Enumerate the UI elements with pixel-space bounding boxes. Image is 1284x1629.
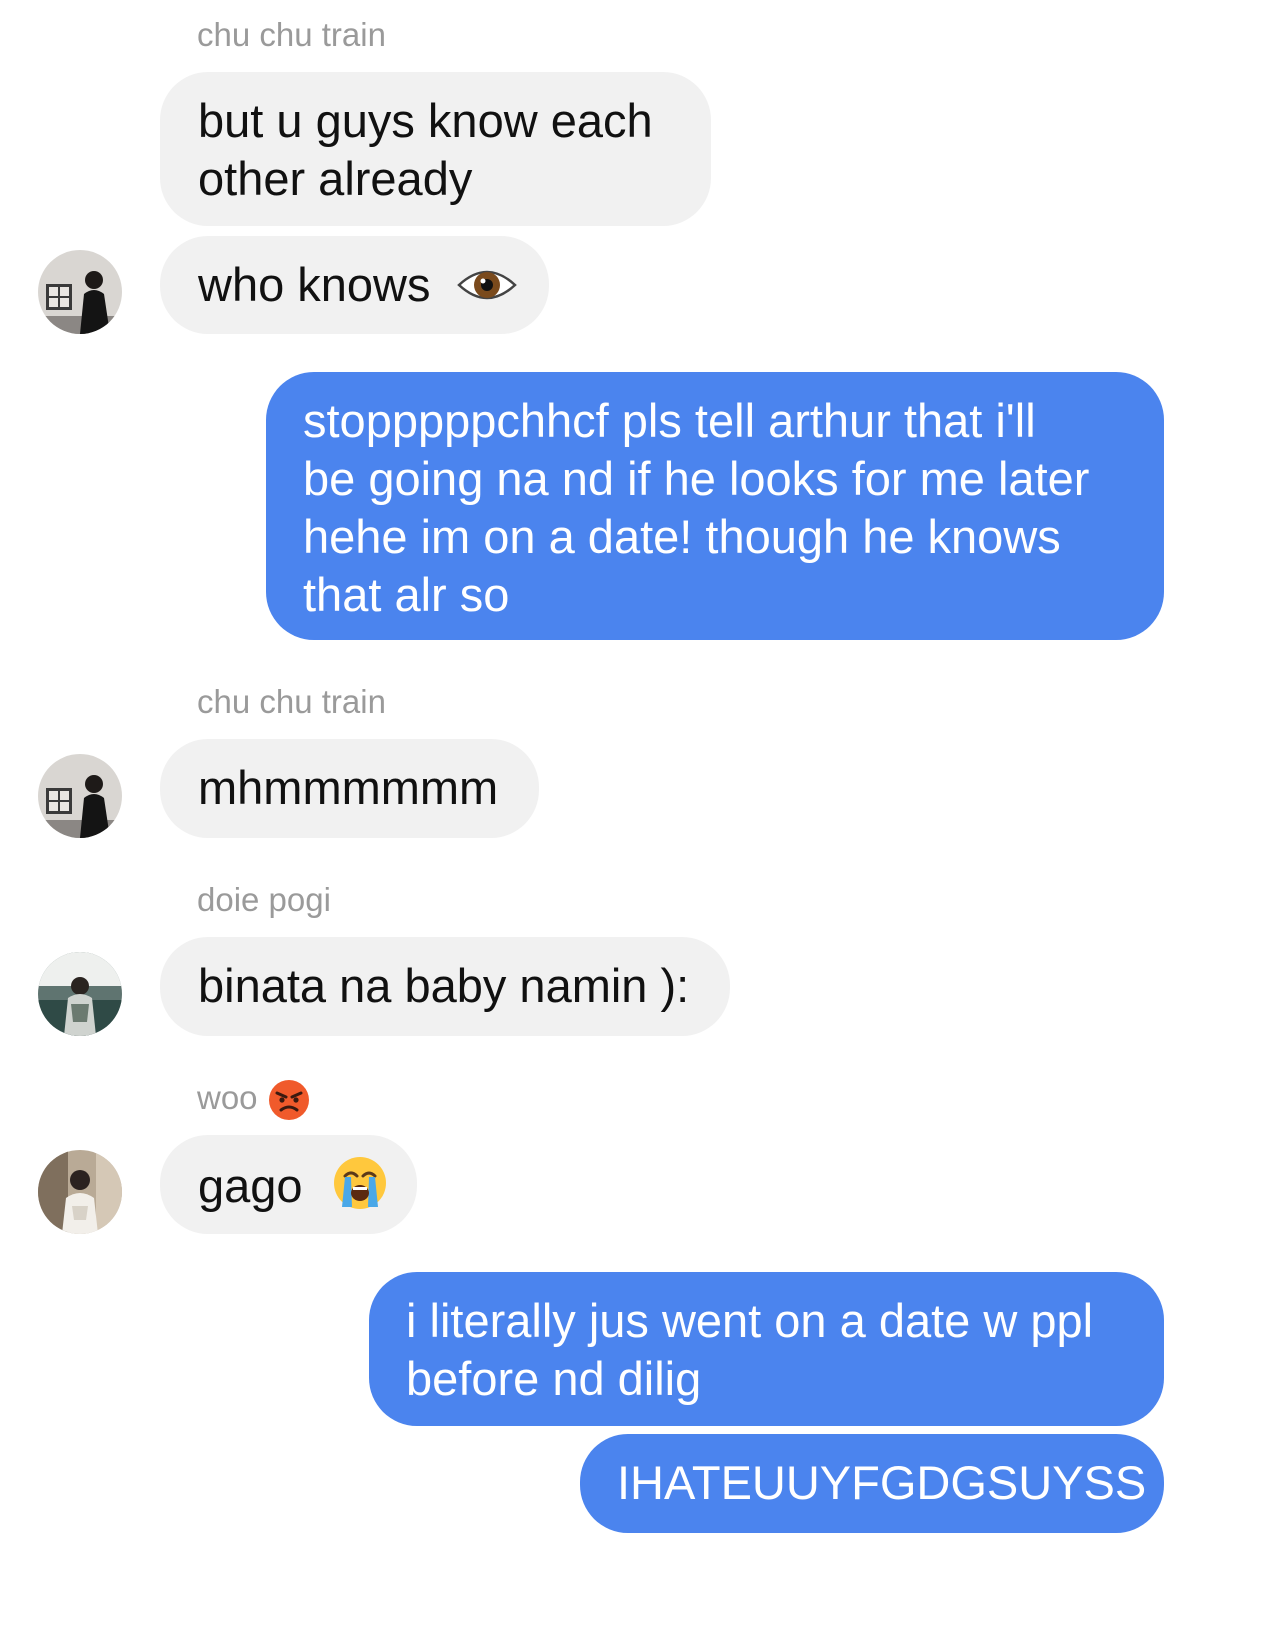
avatar[interactable] — [38, 952, 122, 1036]
outgoing-message-bubble[interactable]: i literally jus went on a date w ppl bef… — [369, 1272, 1164, 1426]
message-text: mhmmmmmm — [198, 761, 499, 814]
message-line: hehe im on a date! though he knows — [303, 510, 1061, 563]
sender-name-row: woo — [197, 1078, 310, 1121]
message-text: who knows — [198, 258, 431, 311]
incoming-message-bubble[interactable]: but u guys know each other already — [160, 72, 711, 226]
message-line: before nd dilig — [406, 1352, 702, 1405]
incoming-message-bubble[interactable]: who knows — [160, 236, 549, 334]
eye-icon — [456, 260, 518, 318]
message-line: be going na nd if he looks for me later — [303, 452, 1090, 505]
message-text: IHATEUUYFGDGSUYSS — [617, 1456, 1147, 1509]
sender-name: woo — [197, 1079, 258, 1116]
message-line: stopppppchhcf pls tell arthur that i'll — [303, 394, 1036, 447]
avatar[interactable] — [38, 250, 122, 334]
incoming-message-bubble[interactable]: binata na baby namin ): — [160, 937, 730, 1036]
outgoing-message-bubble[interactable]: stopppppchhcf pls tell arthur that i'll … — [266, 372, 1164, 640]
message-text: gago — [198, 1158, 303, 1212]
incoming-message-bubble[interactable]: gago — [160, 1135, 417, 1234]
angry-face-icon — [268, 1079, 310, 1121]
message-line: i literally jus went on a date w ppl — [406, 1294, 1094, 1347]
sender-name: doie pogi — [197, 881, 331, 918]
message-line: but u guys know each — [198, 94, 653, 147]
incoming-message-bubble[interactable]: mhmmmmmm — [160, 739, 539, 838]
message-text: binata na baby namin ): — [198, 959, 690, 1012]
outgoing-message-bubble[interactable]: IHATEUUYFGDGSUYSS — [580, 1434, 1164, 1533]
message-line: that alr so — [303, 568, 510, 621]
avatar[interactable] — [38, 754, 122, 838]
loudly-crying-face-icon — [332, 1155, 388, 1224]
message-line: other already — [198, 152, 473, 205]
sender-name: chu chu train — [197, 683, 386, 720]
sender-name: chu chu train — [197, 16, 386, 53]
avatar[interactable] — [38, 1150, 122, 1234]
